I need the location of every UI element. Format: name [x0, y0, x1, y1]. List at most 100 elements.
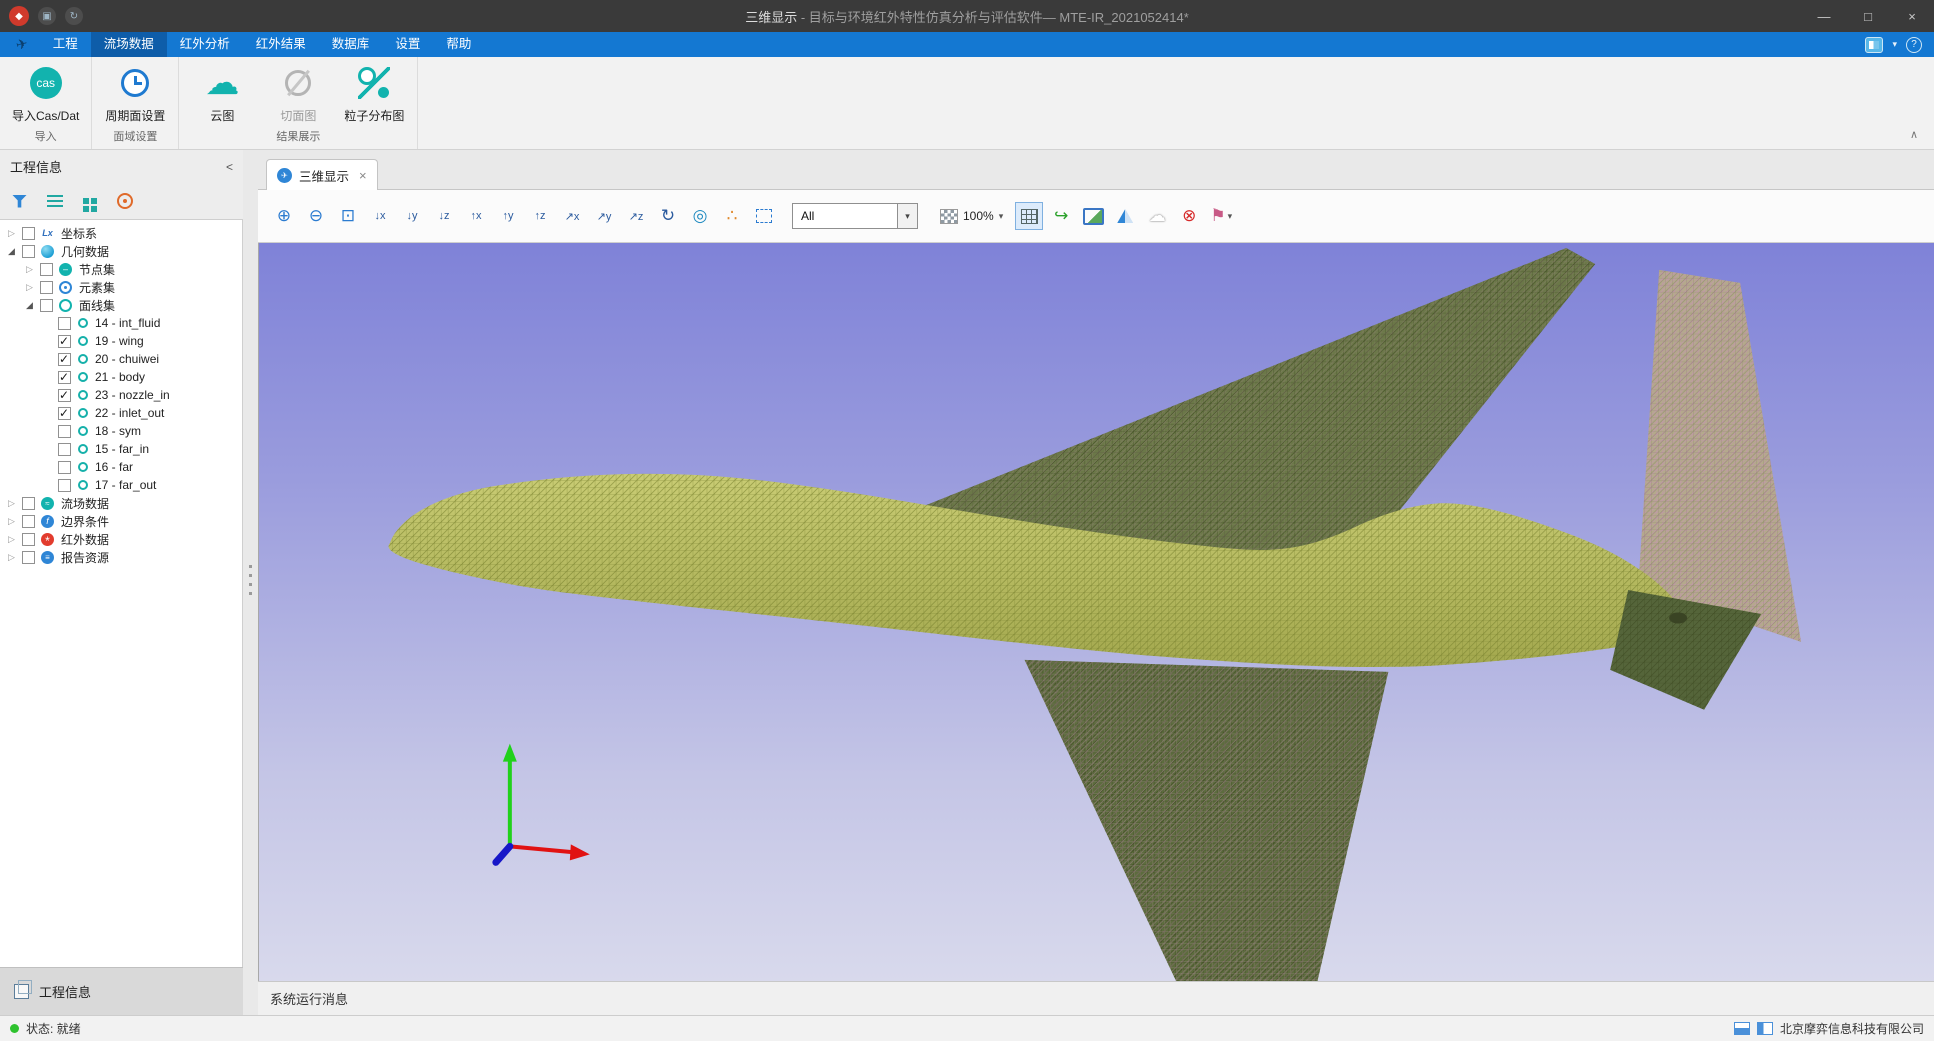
tree-checkbox[interactable]	[40, 299, 53, 312]
annotation-flag-button[interactable]: ⚑	[1207, 202, 1235, 230]
maximize-button[interactable]: □	[1846, 0, 1890, 32]
view-iso-z-button[interactable]: ↗z	[622, 202, 650, 230]
tree-checkbox[interactable]	[58, 371, 71, 384]
app-logo-icon[interactable]	[9, 6, 29, 26]
snapshot-button[interactable]	[1079, 202, 1107, 230]
mirror-button[interactable]	[1111, 202, 1139, 230]
tab-close-icon[interactable]	[359, 168, 367, 183]
tree-item[interactable]: 面线集	[0, 296, 242, 314]
grid-view-icon[interactable]	[83, 198, 89, 204]
quick-undo-icon[interactable]	[65, 7, 83, 25]
tree-item[interactable]: 18 - sym	[0, 422, 242, 440]
tree-checkbox[interactable]	[58, 317, 71, 330]
tree-checkbox[interactable]	[22, 245, 35, 258]
view-pos-z-button[interactable]: ↑z	[526, 202, 554, 230]
grid-toggle-button[interactable]	[1015, 202, 1043, 230]
tree-checkbox[interactable]	[22, 551, 35, 564]
tree-item[interactable]: 16 - far	[0, 458, 242, 476]
panel-footer-tab[interactable]: 工程信息	[0, 967, 243, 1015]
probe-point-button[interactable]: ◎	[686, 202, 714, 230]
help-icon[interactable]	[1906, 37, 1922, 53]
view-neg-z-button[interactable]: ↓z	[430, 202, 458, 230]
particle-distribution-button[interactable]: 粒子分布图	[339, 62, 409, 124]
tree-item[interactable]: 22 - inlet_out	[0, 404, 242, 422]
filter-icon[interactable]	[12, 195, 27, 208]
tree-item[interactable]: 15 - far_in	[0, 440, 242, 458]
view-neg-y-button[interactable]: ↓y	[398, 202, 426, 230]
tree-checkbox[interactable]	[40, 263, 53, 276]
tree-item[interactable]: 元素集	[0, 278, 242, 296]
panel-toggle-icon[interactable]	[1757, 1022, 1773, 1035]
dropdown-caret-icon[interactable]	[1892, 39, 1897, 50]
expand-arrow-icon[interactable]	[4, 246, 19, 257]
tree-item[interactable]: 流场数据	[0, 494, 242, 512]
expand-arrow-icon[interactable]	[4, 534, 19, 545]
tree-item[interactable]: 红外数据	[0, 530, 242, 548]
zoom-out-button[interactable]: ⊖	[302, 202, 330, 230]
expand-arrow-icon[interactable]	[22, 264, 37, 275]
system-message-bar[interactable]: 系统运行消息	[258, 981, 1934, 1015]
target-icon[interactable]	[117, 193, 133, 209]
menu-database[interactable]: 数据库	[319, 32, 383, 57]
rotate-view-button[interactable]: ↻	[654, 202, 682, 230]
menu-flow-data[interactable]: 流场数据	[91, 32, 167, 57]
display-filter-combo[interactable]: All	[792, 203, 918, 229]
style-switch-icon[interactable]	[1865, 37, 1883, 53]
tree-item[interactable]: 17 - far_out	[0, 476, 242, 494]
contour-map-button[interactable]: 云图	[187, 62, 257, 124]
menu-project[interactable]: 工程	[40, 32, 91, 57]
tree-checkbox[interactable]	[58, 479, 71, 492]
tree-checkbox[interactable]	[58, 443, 71, 456]
view-iso-y-button[interactable]: ↗y	[590, 202, 618, 230]
clear-results-button[interactable]: ⊗	[1175, 202, 1203, 230]
tree-checkbox[interactable]	[58, 461, 71, 474]
tree-checkbox[interactable]	[22, 515, 35, 528]
expand-arrow-icon[interactable]	[4, 516, 19, 527]
view-iso-x-button[interactable]: ↗x	[558, 202, 586, 230]
tree-checkbox[interactable]	[22, 533, 35, 546]
tree-checkbox[interactable]	[58, 389, 71, 402]
tree-item[interactable]: 20 - chuiwei	[0, 350, 242, 368]
view-pos-y-button[interactable]: ↑y	[494, 202, 522, 230]
export-view-button[interactable]: ↪	[1047, 202, 1075, 230]
tree-checkbox[interactable]	[58, 407, 71, 420]
quick-save-icon[interactable]	[38, 7, 56, 25]
expand-arrow-icon[interactable]	[22, 300, 37, 311]
expand-arrow-icon[interactable]	[4, 552, 19, 563]
expand-arrow-icon[interactable]	[4, 498, 19, 509]
list-view-icon[interactable]	[47, 195, 63, 207]
expand-arrow-icon[interactable]	[4, 228, 19, 239]
tree-item[interactable]: 几何数据	[0, 242, 242, 260]
tree-item[interactable]: 14 - int_fluid	[0, 314, 242, 332]
tree-checkbox[interactable]	[40, 281, 53, 294]
panel-collapse-button[interactable]: <	[226, 160, 233, 174]
view-pos-x-button[interactable]: ↑x	[462, 202, 490, 230]
zoom-in-button[interactable]: ⊕	[270, 202, 298, 230]
layout-toggle-icon[interactable]	[1734, 1022, 1750, 1035]
menu-help[interactable]: 帮助	[433, 32, 484, 57]
panel-splitter[interactable]	[243, 150, 258, 1015]
tree-item[interactable]: 21 - body	[0, 368, 242, 386]
tree-checkbox[interactable]	[22, 497, 35, 510]
box-select-button[interactable]	[750, 202, 778, 230]
tree-item[interactable]: 报告资源	[0, 548, 242, 566]
ribbon-collapse-icon[interactable]	[1910, 128, 1918, 141]
tree-item[interactable]: 坐标系	[0, 224, 242, 242]
combo-dropdown-icon[interactable]	[897, 204, 917, 228]
close-button[interactable]: ×	[1890, 0, 1934, 32]
periodic-face-setting-button[interactable]: 周期面设置	[100, 62, 170, 124]
menu-ir-results[interactable]: 红外结果	[243, 32, 319, 57]
viewport-3d[interactable]	[258, 243, 1934, 981]
menu-ir-analysis[interactable]: 红外分析	[167, 32, 243, 57]
tree-item[interactable]: 23 - nozzle_in	[0, 386, 242, 404]
particle-trace-button[interactable]: ∴	[718, 202, 746, 230]
tree-checkbox[interactable]	[58, 335, 71, 348]
import-casdat-button[interactable]: 导入Cas/Dat	[8, 62, 83, 124]
zoom-window-button[interactable]: ⊡	[334, 202, 362, 230]
minimize-button[interactable]: —	[1802, 0, 1846, 32]
tree-checkbox[interactable]	[58, 425, 71, 438]
opacity-control[interactable]: 100%	[932, 209, 1011, 224]
tree-checkbox[interactable]	[58, 353, 71, 366]
tree-item[interactable]: 19 - wing	[0, 332, 242, 350]
tree-item[interactable]: 边界条件	[0, 512, 242, 530]
